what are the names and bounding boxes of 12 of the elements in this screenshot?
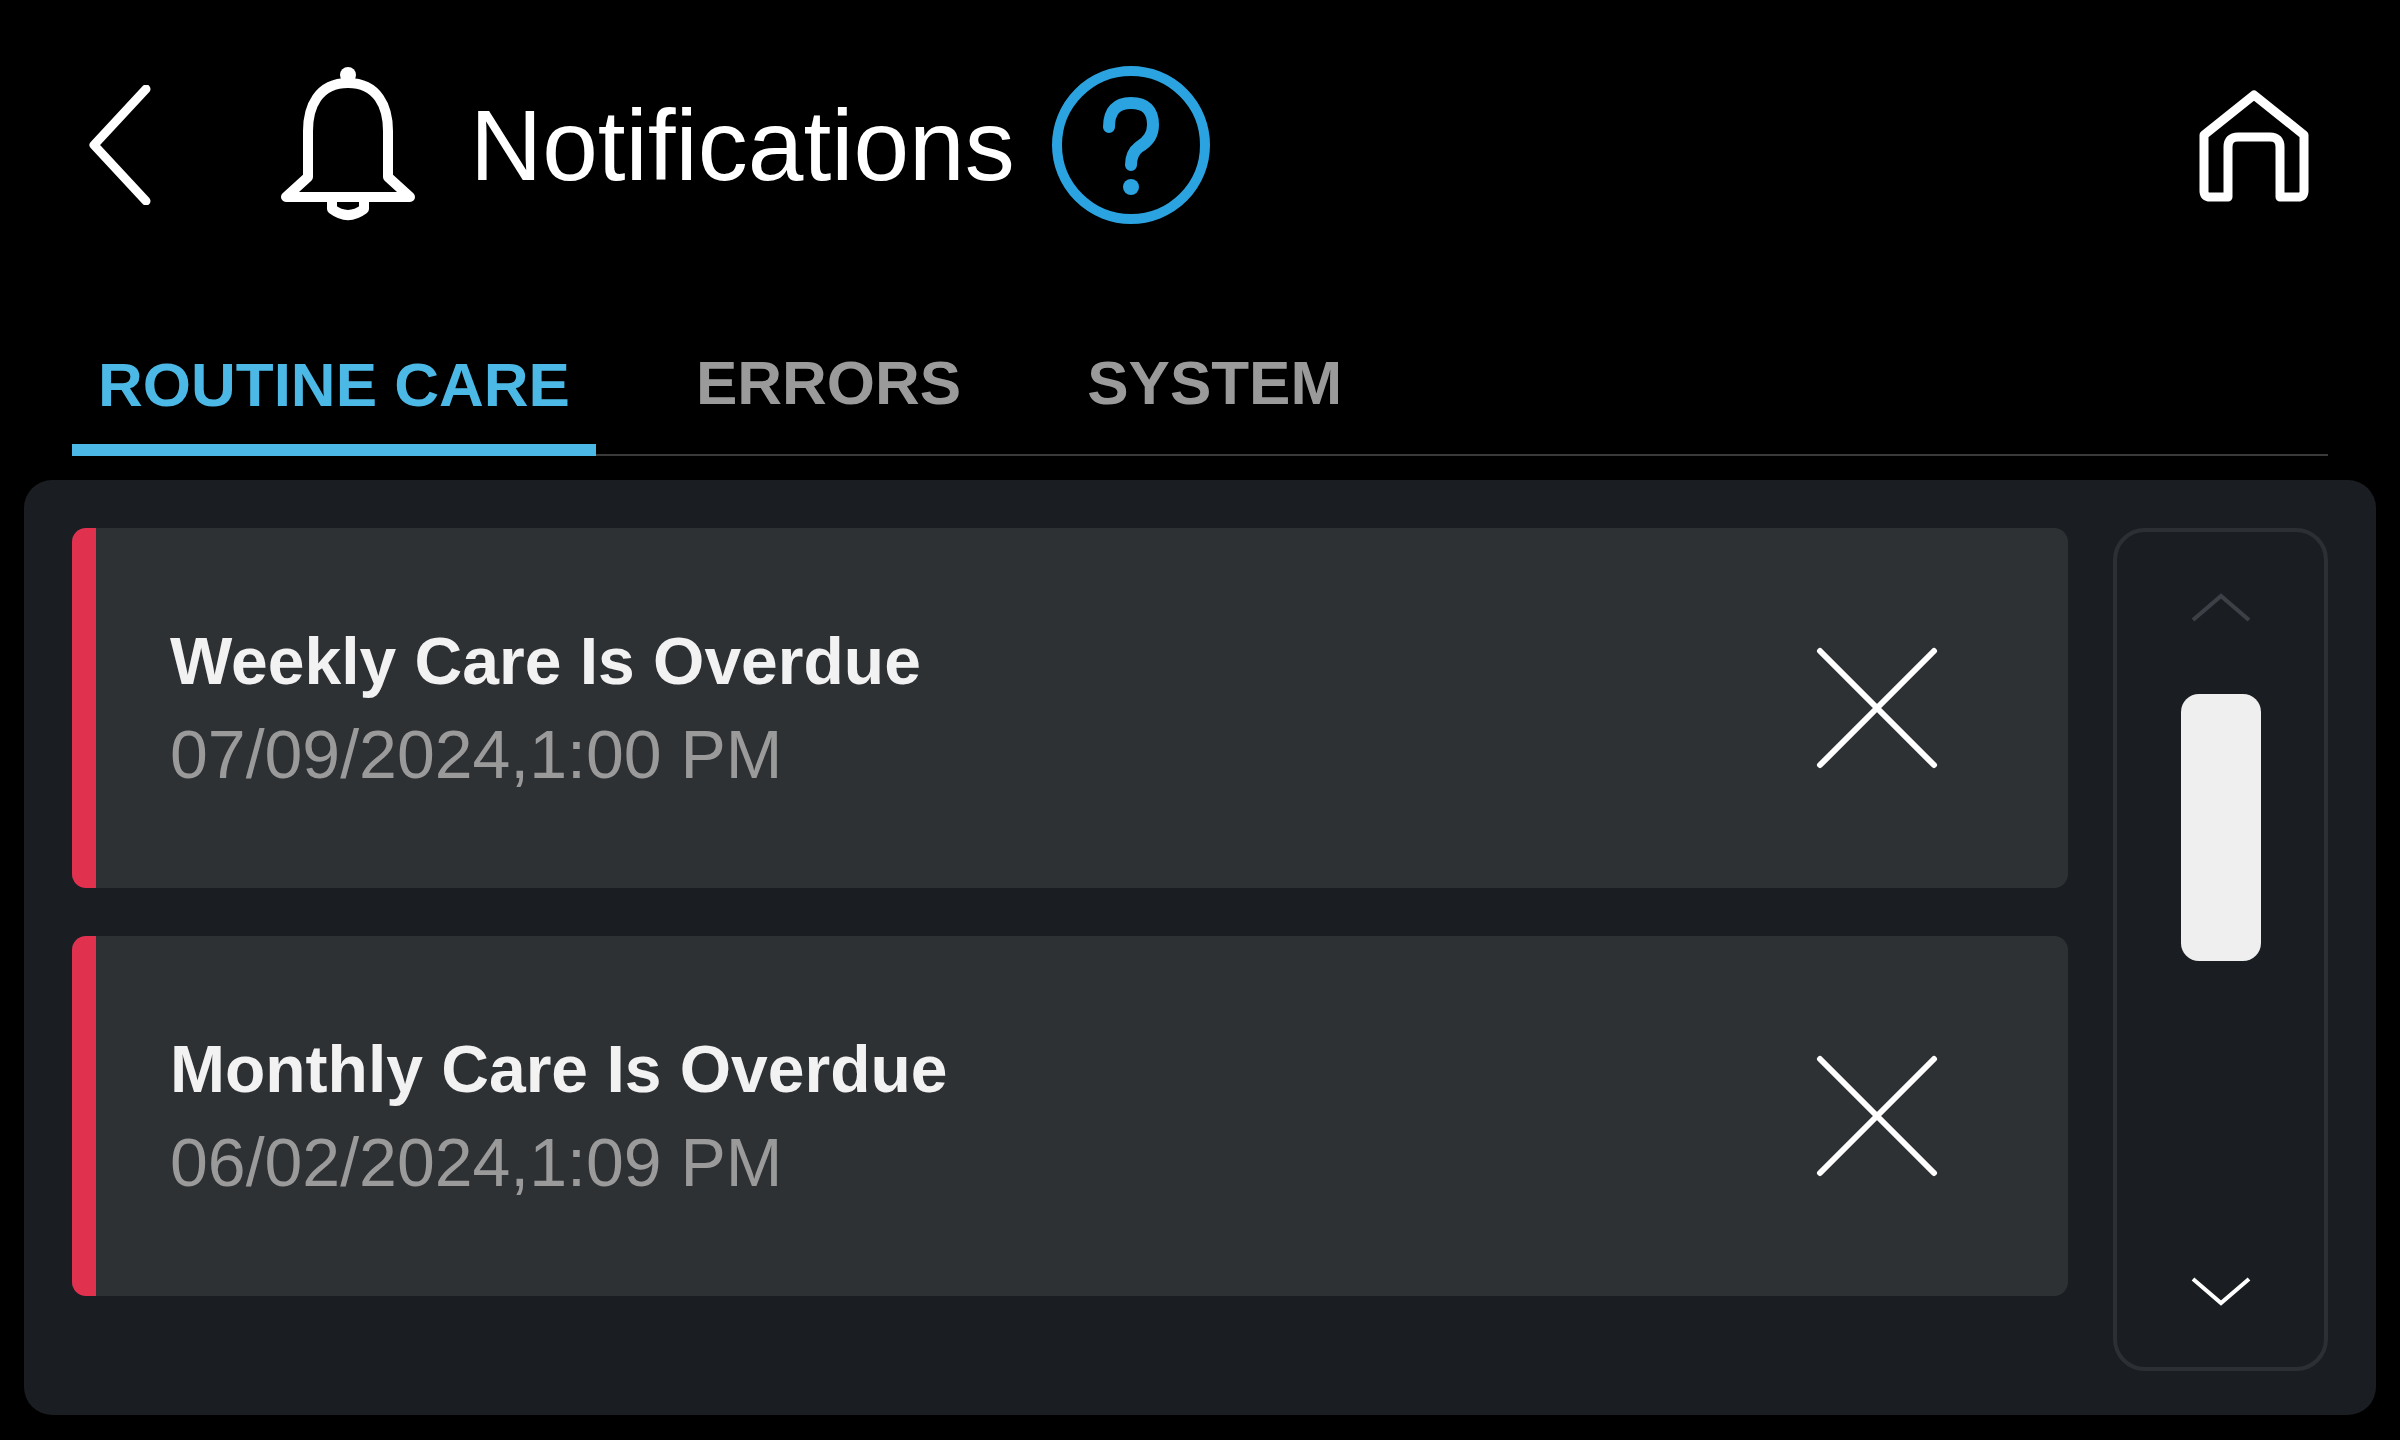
back-icon[interactable] (88, 85, 152, 205)
close-icon[interactable] (1816, 1055, 1939, 1177)
notification-timestamp: 07/09/2024,1:00 PM (170, 720, 784, 788)
tab[interactable]: ROUTINE CARE (72, 354, 596, 456)
scrollbar[interactable] (2113, 528, 2328, 1371)
tab[interactable]: SYSTEM (1061, 352, 1369, 454)
close-icon[interactable] (1816, 647, 1939, 769)
notification-timestamp: 06/02/2024,1:09 PM (170, 1128, 784, 1196)
page-title: Notifications (470, 95, 1015, 195)
scroll-thumb[interactable] (2180, 694, 2261, 961)
help-icon[interactable] (1050, 65, 1211, 225)
tab[interactable]: ERRORS (669, 352, 988, 454)
